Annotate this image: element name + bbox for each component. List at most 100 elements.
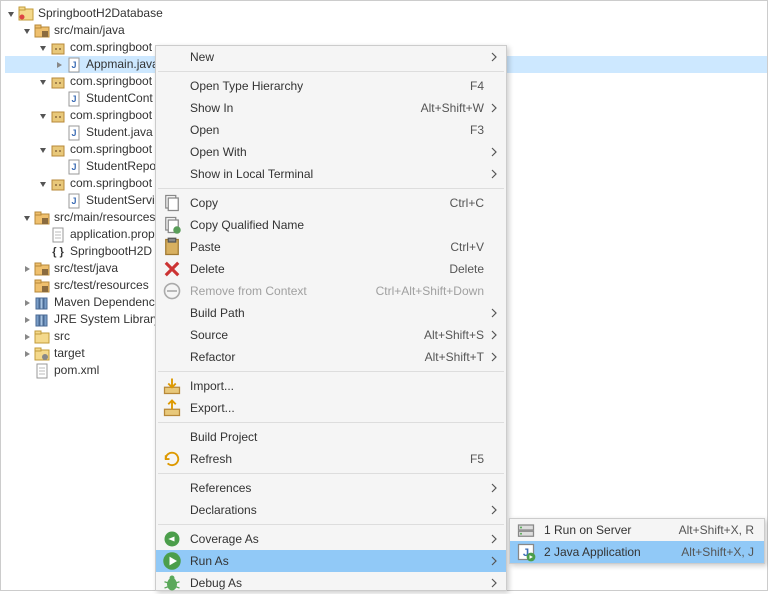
menu-item-references[interactable]: References xyxy=(156,477,506,499)
menu-item-source[interactable]: SourceAlt+Shift+S xyxy=(156,324,506,346)
menu-item-refresh[interactable]: RefreshF5 xyxy=(156,448,506,470)
java-app-icon: J xyxy=(516,542,536,562)
menu-item-label: Open With xyxy=(190,145,484,159)
menu-item-new[interactable]: New xyxy=(156,46,506,68)
expand-arrow-open-icon[interactable] xyxy=(37,76,49,88)
menu-item-shortcut: Alt+Shift+W xyxy=(421,101,484,115)
menu-item-label: Show in Local Terminal xyxy=(190,167,484,181)
submenu-item-label: 2 Java Application xyxy=(544,545,681,559)
tree-item-label: com.springboot xyxy=(70,39,152,56)
submenu-item-2-java-application[interactable]: J2 Java ApplicationAlt+Shift+X, J xyxy=(510,541,764,563)
expand-arrow-open-icon[interactable] xyxy=(37,42,49,54)
file-icon xyxy=(34,363,50,379)
submenu-arrow-icon xyxy=(488,578,500,588)
java-icon: J xyxy=(66,57,82,73)
menu-item-shortcut: F3 xyxy=(470,123,484,137)
tree-item-label: com.springboot xyxy=(70,73,152,90)
expand-arrow-open-icon[interactable] xyxy=(37,144,49,156)
expand-arrow-closed-icon[interactable] xyxy=(21,331,33,343)
menu-item-open-with[interactable]: Open With xyxy=(156,141,506,163)
tree-item-label: src/test/java xyxy=(54,260,118,277)
context-menu[interactable]: New Open Type HierarchyF4Show InAlt+Shift… xyxy=(155,45,507,591)
java-icon: J xyxy=(66,159,82,175)
menu-item-delete[interactable]: DeleteDelete xyxy=(156,258,506,280)
submenu-arrow-icon xyxy=(488,556,500,566)
menu-item-coverage-as[interactable]: Coverage As xyxy=(156,528,506,550)
submenu-arrow-icon xyxy=(488,169,500,179)
menu-item-label: Open Type Hierarchy xyxy=(190,79,470,93)
srcfolder-icon xyxy=(34,23,50,39)
menu-item-declarations[interactable]: Declarations xyxy=(156,499,506,521)
menu-item-copy-qualified-name[interactable]: Copy Qualified Name xyxy=(156,214,506,236)
blank-icon xyxy=(162,325,182,345)
menu-item-paste[interactable]: PasteCtrl+V xyxy=(156,236,506,258)
file-icon xyxy=(50,227,66,243)
menu-item-label: Declarations xyxy=(190,503,484,517)
menu-item-shortcut: F5 xyxy=(470,452,484,466)
menu-item-show-in-local-terminal[interactable]: Show in Local Terminal xyxy=(156,163,506,185)
submenu-item-1-run-on-server[interactable]: 1 Run on ServerAlt+Shift+X, R xyxy=(510,519,764,541)
blank-icon xyxy=(162,478,182,498)
submenu-item-label: 1 Run on Server xyxy=(544,523,679,537)
copy-icon xyxy=(162,193,182,213)
srcfolder-icon xyxy=(34,261,50,277)
menu-item-label: Build Project xyxy=(190,430,484,444)
menu-item-export[interactable]: Export... xyxy=(156,397,506,419)
menu-item-label: Refactor xyxy=(190,350,425,364)
menu-item-copy[interactable]: CopyCtrl+C xyxy=(156,192,506,214)
expand-arrow-closed-icon[interactable] xyxy=(21,297,33,309)
expand-arrow-open-icon[interactable] xyxy=(37,110,49,122)
expand-arrow-open-icon[interactable] xyxy=(21,25,33,37)
submenu-arrow-icon xyxy=(488,103,500,113)
tree-item-label: com.springboot xyxy=(70,141,152,158)
expand-arrow-closed-icon[interactable] xyxy=(21,263,33,275)
menu-item-build-project[interactable]: Build Project xyxy=(156,426,506,448)
run-icon xyxy=(162,551,182,571)
menu-item-label: Debug As xyxy=(190,576,484,590)
tree-item-label: pom.xml xyxy=(54,362,99,379)
menu-item-shortcut: Delete xyxy=(449,262,484,276)
submenu-arrow-icon xyxy=(488,330,500,340)
menu-item-show-in[interactable]: Show InAlt+Shift+W xyxy=(156,97,506,119)
tree-item-label: StudentServi xyxy=(86,192,155,209)
menu-item-build-path[interactable]: Build Path xyxy=(156,302,506,324)
folder-gear-icon xyxy=(34,346,50,362)
tree-item-label: src/main/java xyxy=(54,22,125,39)
expand-arrow-closed-icon[interactable] xyxy=(53,59,65,71)
menu-item-label: Remove from Context xyxy=(190,284,376,298)
tree-item-label: com.springboot xyxy=(70,175,152,192)
expand-arrow-open-icon[interactable] xyxy=(21,212,33,224)
expand-arrow-closed-icon[interactable] xyxy=(21,348,33,360)
menu-item-open-type-hierarchy[interactable]: Open Type HierarchyF4 xyxy=(156,75,506,97)
menu-item-run-as[interactable]: Run As xyxy=(156,550,506,572)
tree-item[interactable]: src/main/java xyxy=(5,22,767,39)
run-as-submenu[interactable]: 1 Run on ServerAlt+Shift+X, RJ 2 Java App… xyxy=(509,518,765,564)
menu-item-label: Import... xyxy=(190,379,484,393)
import-icon xyxy=(162,376,182,396)
menu-item-label: References xyxy=(190,481,484,495)
blank-icon xyxy=(162,120,182,140)
menu-separator xyxy=(158,473,504,474)
menu-item-remove-from-context: Remove from ContextCtrl+Alt+Shift+Down xyxy=(156,280,506,302)
menu-item-label: New xyxy=(190,50,484,64)
blank-icon xyxy=(162,427,182,447)
submenu-arrow-icon xyxy=(488,505,500,515)
menu-item-shortcut: Ctrl+C xyxy=(450,196,484,210)
folder-icon xyxy=(34,329,50,345)
tree-item[interactable]: SpringbootH2Database xyxy=(5,5,767,22)
tree-item-label: src/main/resources xyxy=(54,209,155,226)
tree-item-label: src xyxy=(54,328,70,345)
expand-arrow-closed-icon[interactable] xyxy=(21,314,33,326)
debug-icon xyxy=(162,573,182,593)
menu-item-import[interactable]: Import... xyxy=(156,375,506,397)
expand-arrow-open-icon[interactable] xyxy=(5,8,17,20)
expand-arrow-open-icon[interactable] xyxy=(37,178,49,190)
package-icon xyxy=(50,142,66,158)
refresh-icon xyxy=(162,449,182,469)
menu-item-open[interactable]: OpenF3 xyxy=(156,119,506,141)
menu-separator xyxy=(158,371,504,372)
menu-item-refactor[interactable]: RefactorAlt+Shift+T xyxy=(156,346,506,368)
java-icon: J xyxy=(66,193,82,209)
coverage-icon xyxy=(162,529,182,549)
menu-item-label: Refresh xyxy=(190,452,470,466)
